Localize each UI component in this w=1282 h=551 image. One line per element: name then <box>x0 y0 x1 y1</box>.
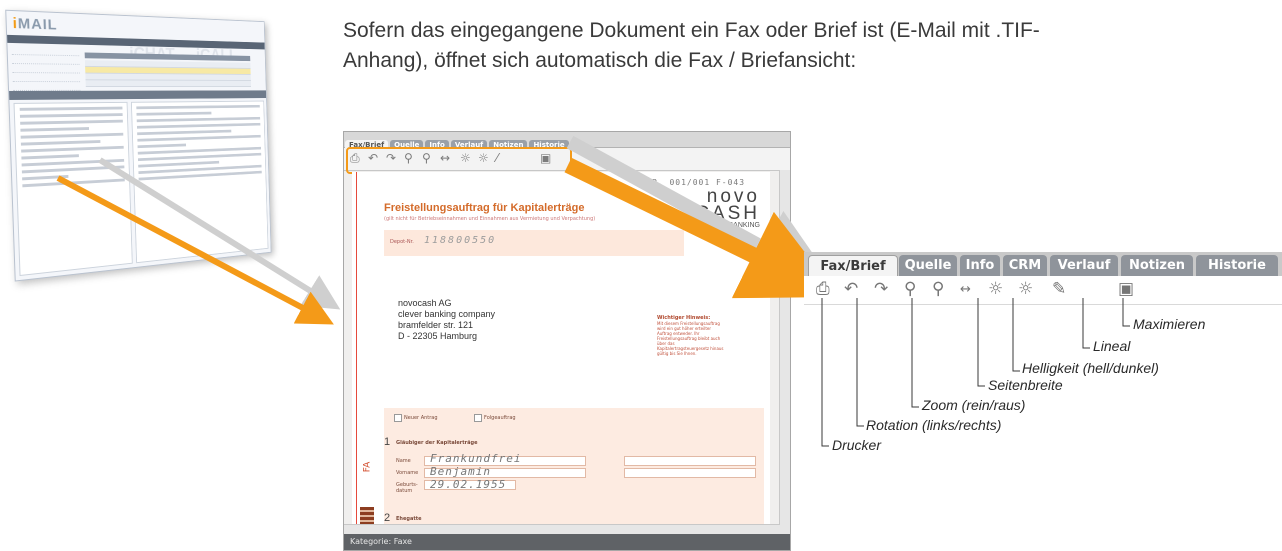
callout-zoom: Zoom (rein/raus) <box>922 397 1025 413</box>
callout-helligkeit: Helligkeit (hell/dunkel) <box>1022 360 1159 376</box>
callout-maximieren: Maximieren <box>1133 316 1205 332</box>
callout-lineal: Lineal <box>1093 338 1130 354</box>
callout-lines <box>0 0 1282 549</box>
callout-drucker: Drucker <box>832 437 881 453</box>
callout-seitenbreite: Seitenbreite <box>988 377 1063 393</box>
callout-rotation: Rotation (links/rechts) <box>866 417 1001 433</box>
